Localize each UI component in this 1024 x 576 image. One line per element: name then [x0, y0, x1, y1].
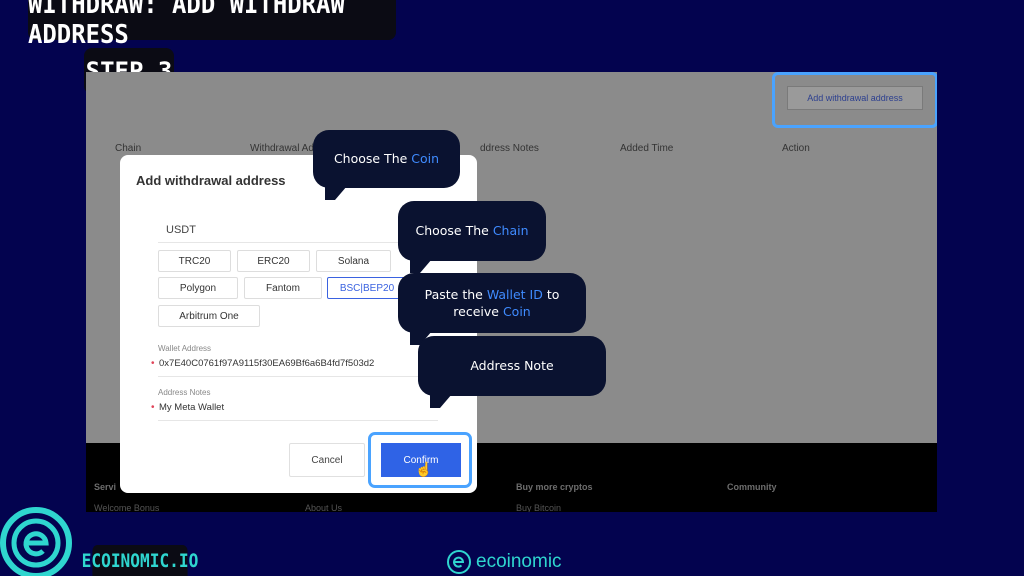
- chain-bsc-bep20[interactable]: BSC|BEP20: [327, 277, 407, 299]
- callout-text: Paste the: [424, 286, 487, 302]
- chain-erc20[interactable]: ERC20: [237, 250, 310, 272]
- callout-text: to: [542, 286, 560, 302]
- column-withdrawal-address: Withdrawal Ad: [250, 143, 314, 154]
- callout-highlight: Wallet ID: [486, 286, 543, 302]
- chain-polygon[interactable]: Polygon: [158, 277, 238, 299]
- callout-highlight: Coin: [502, 304, 531, 319]
- footer-heading-community: Community: [727, 482, 777, 492]
- footer-heading-services: Servi: [94, 482, 117, 492]
- watermark: ecoinomic: [446, 549, 562, 575]
- address-notes-label: Address Notes: [158, 388, 211, 397]
- ecoinomic-logo-icon: [0, 507, 72, 576]
- divider: [158, 376, 438, 377]
- address-notes-input[interactable]: My Meta Wallet: [159, 402, 224, 413]
- watermark-text: ecoinomic: [476, 551, 562, 572]
- modal-title: Add withdrawal address: [136, 173, 286, 188]
- brand-name: ECOINOMIC.IO: [82, 545, 198, 576]
- callout-highlight: Coin: [411, 151, 440, 167]
- callout-paste-wallet: Paste the Wallet ID to receive Coin: [398, 273, 586, 345]
- callout-text: receive: [453, 304, 503, 319]
- callout-text: Choose The: [333, 151, 412, 167]
- cancel-button[interactable]: Cancel: [289, 443, 365, 477]
- chain-solana[interactable]: Solana: [316, 250, 391, 272]
- divider: [158, 420, 438, 421]
- add-withdrawal-address-button[interactable]: Add withdrawal address: [787, 86, 923, 110]
- chain-fantom[interactable]: Fantom: [244, 277, 322, 299]
- footer-link-about-us[interactable]: About Us: [305, 503, 342, 512]
- callout-address-note: Address Note: [418, 336, 606, 408]
- wallet-address-input[interactable]: 0x7E40C0761f97A9115f30EA69Bf6a6B4fd7f503…: [159, 358, 374, 369]
- wallet-address-label: Wallet Address: [158, 344, 212, 353]
- column-address-notes: ddress Notes: [480, 143, 539, 154]
- required-marker: •: [151, 402, 155, 413]
- ecoinomic-watermark-icon: [447, 550, 471, 574]
- required-marker: •: [151, 358, 155, 369]
- hand-cursor-icon: ☝: [415, 461, 433, 477]
- footer-link-buy-bitcoin[interactable]: Buy Bitcoin: [516, 503, 561, 512]
- column-action: Action: [782, 143, 810, 154]
- callout-choose-chain: Choose The Chain: [398, 201, 546, 273]
- column-chain: Chain: [115, 143, 142, 154]
- footer-link-welcome-bonus[interactable]: Welcome Bonus: [94, 503, 159, 512]
- footer-heading-buy: Buy more cryptos: [516, 482, 593, 492]
- callout-highlight: Chain: [492, 223, 529, 239]
- chain-arbitrum-one[interactable]: Arbitrum One: [158, 305, 260, 327]
- chain-trc20[interactable]: TRC20: [158, 250, 231, 272]
- callout-choose-coin: Choose The Coin: [313, 130, 460, 200]
- column-added-time: Added Time: [620, 143, 674, 154]
- video-title: WITHDRAW: ADD WITHDRAW ADDRESS: [28, 0, 396, 50]
- callout-text: Choose The: [415, 223, 493, 239]
